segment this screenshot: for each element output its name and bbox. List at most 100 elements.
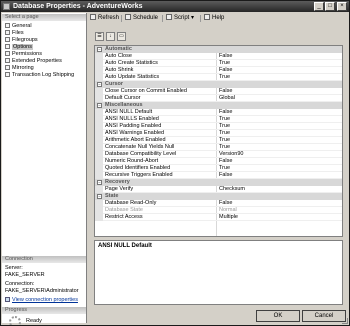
- schedule-button[interactable]: Schedule: [125, 14, 158, 23]
- sidebar-item-filegroups[interactable]: Filegroups: [5, 37, 85, 44]
- grid-row[interactable]: Recursive Triggers Enabled False: [95, 172, 342, 179]
- grid-category[interactable]: − State: [95, 193, 342, 200]
- connection-value: FAKE_SERVER\Administrator: [5, 288, 79, 294]
- grid-row[interactable]: ANSI NULL Default False: [95, 109, 342, 116]
- categorized-icon[interactable]: ☰: [95, 32, 104, 41]
- grid-category-label: Automatic: [105, 46, 132, 52]
- sidebar-item-extended-properties[interactable]: Extended Properties: [5, 58, 85, 65]
- grid-row[interactable]: Numeric Round-Abort False: [95, 158, 342, 165]
- property-name: Concatenate Null Yields Null: [105, 144, 175, 150]
- grid-category[interactable]: − Recovery: [95, 179, 342, 186]
- sidebar-item-general[interactable]: General: [5, 23, 85, 30]
- row-gutter: [95, 95, 103, 102]
- server-value: FAKE_SERVER: [5, 272, 45, 278]
- collapse-icon[interactable]: −: [97, 103, 102, 108]
- property-value[interactable]: True: [219, 74, 230, 81]
- property-value[interactable]: True: [219, 116, 230, 123]
- maximize-icon[interactable]: □: [325, 2, 335, 11]
- grid-row[interactable]: Restrict Access Multiple: [95, 214, 342, 221]
- row-gutter: [95, 123, 103, 130]
- sidebar-item-label: General: [12, 23, 32, 29]
- property-value[interactable]: False: [219, 88, 232, 95]
- close-icon[interactable]: ×: [337, 2, 347, 11]
- minimize-icon[interactable]: _: [314, 2, 324, 11]
- chevron-down-icon[interactable]: ▾: [191, 15, 194, 21]
- page-icon: [5, 72, 10, 77]
- sidebar-item-files[interactable]: Files: [5, 30, 85, 37]
- sidebar-item-mirroring[interactable]: Mirroring: [5, 65, 85, 72]
- property-name: Close Cursor on Commit Enabled: [105, 88, 187, 94]
- collapse-icon[interactable]: −: [97, 194, 102, 199]
- grid-row[interactable]: Auto Create Statistics True: [95, 60, 342, 67]
- property-value[interactable]: False: [219, 109, 232, 116]
- property-value[interactable]: False: [219, 53, 232, 60]
- property-value[interactable]: False: [219, 200, 232, 207]
- property-pages-icon[interactable]: ▭: [117, 32, 126, 41]
- grid-row[interactable]: Close Cursor on Commit Enabled False: [95, 88, 342, 95]
- ok-button[interactable]: OK: [256, 310, 300, 322]
- row-gutter: [95, 186, 103, 193]
- property-value[interactable]: True: [219, 130, 230, 137]
- toolbar-separator: [200, 15, 201, 22]
- property-value[interactable]: True: [219, 123, 230, 130]
- property-value[interactable]: True: [219, 165, 230, 172]
- row-gutter: [95, 74, 103, 81]
- property-value[interactable]: Multiple: [219, 214, 238, 221]
- grid-row[interactable]: Database Compatibility Level Version90: [95, 151, 342, 158]
- grid-row[interactable]: Auto Update Statistics True: [95, 74, 342, 81]
- grid-row[interactable]: Database State Normal: [95, 207, 342, 214]
- sort-az-icon[interactable]: ↓: [106, 32, 115, 41]
- property-value[interactable]: False: [219, 158, 232, 165]
- grid-category[interactable]: − Automatic: [95, 46, 342, 53]
- property-value[interactable]: False: [219, 67, 232, 74]
- row-gutter: [95, 151, 103, 158]
- collapse-icon[interactable]: −: [97, 180, 102, 185]
- collapse-icon[interactable]: −: [97, 82, 102, 87]
- collapse-icon[interactable]: −: [97, 47, 102, 52]
- row-gutter: [95, 144, 103, 151]
- grid-category[interactable]: − Miscellaneous: [95, 102, 342, 109]
- resize-grip-icon[interactable]: [342, 318, 348, 324]
- page-icon: [5, 30, 10, 35]
- help-button[interactable]: Help: [204, 14, 224, 23]
- sidebar-item-transaction-log-shipping[interactable]: Transaction Log Shipping: [5, 72, 85, 79]
- grid-row[interactable]: Page Verify Checksum: [95, 186, 342, 193]
- property-name: Default Cursor: [105, 95, 141, 101]
- row-gutter: [95, 116, 103, 123]
- refresh-button[interactable]: Refresh: [90, 14, 119, 23]
- property-value[interactable]: Version90: [219, 151, 243, 158]
- grid-row[interactable]: Default Cursor Global: [95, 95, 342, 102]
- server-label: Server:: [5, 265, 23, 271]
- script-button[interactable]: Script ▾: [166, 14, 194, 23]
- property-value[interactable]: True: [219, 60, 230, 67]
- grid-row[interactable]: Auto Close False: [95, 53, 342, 60]
- left-pane: Select a page General Files Filegroups Opti…: [2, 13, 87, 325]
- property-value[interactable]: Global: [219, 95, 235, 102]
- progress-spinner-icon: [9, 316, 21, 325]
- grid-row[interactable]: ANSI Padding Enabled True: [95, 123, 342, 130]
- property-value[interactable]: True: [219, 137, 230, 144]
- property-value[interactable]: Checksum: [219, 186, 245, 193]
- toolbar-separator: [162, 15, 163, 22]
- property-value[interactable]: True: [219, 144, 230, 151]
- property-value[interactable]: False: [219, 172, 232, 179]
- property-name: ANSI Warnings Enabled: [105, 130, 165, 136]
- sidebar-item-label: Files: [12, 30, 24, 36]
- page-icon: [5, 58, 10, 63]
- sidebar-item-label: Extended Properties: [12, 58, 62, 64]
- grid-row[interactable]: Auto Shrink False: [95, 67, 342, 74]
- grid-row[interactable]: ANSI NULLS Enabled True: [95, 116, 342, 123]
- grid-row[interactable]: Arithmetic Abort Enabled True: [95, 137, 342, 144]
- grid-row[interactable]: Database Read-Only False: [95, 200, 342, 207]
- page-icon: [5, 51, 10, 56]
- property-name: Recursive Triggers Enabled: [105, 172, 173, 178]
- grid-row[interactable]: Quoted Identifiers Enabled True: [95, 165, 342, 172]
- grid-row[interactable]: ANSI Warnings Enabled True: [95, 130, 342, 137]
- grid-row[interactable]: Concatenate Null Yields Null True: [95, 144, 342, 151]
- sidebar-item-permissions[interactable]: Permissions: [5, 51, 85, 58]
- property-name: Arithmetic Abort Enabled: [105, 137, 166, 143]
- cancel-button[interactable]: Cancel: [302, 310, 346, 322]
- sidebar-item-options[interactable]: Options: [5, 44, 85, 51]
- grid-category[interactable]: − Cursor: [95, 81, 342, 88]
- view-connection-properties-link[interactable]: View connection properties: [5, 297, 78, 304]
